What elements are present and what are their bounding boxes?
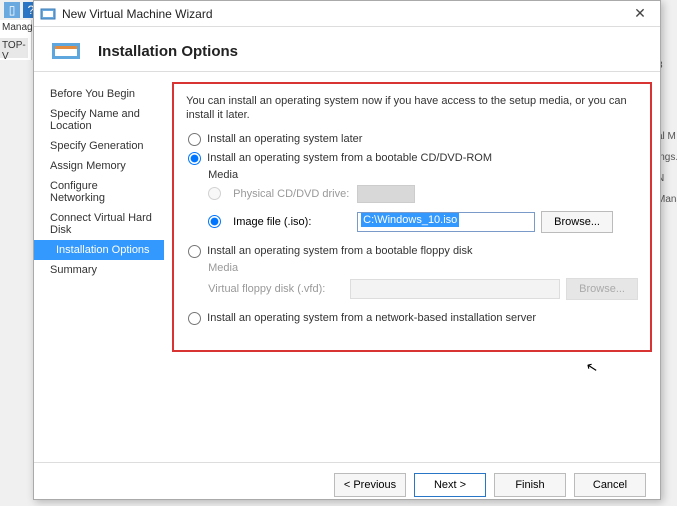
label-image-file: Image file (.iso): [233, 216, 351, 228]
wizard-dialog: New Virtual Machine Wizard ✕ Installatio… [33, 0, 661, 500]
radio-image-file[interactable] [208, 215, 221, 228]
wizard-steps: Before You Begin Specify Name and Locati… [34, 72, 164, 462]
wizard-main: You can install an operating system now … [164, 72, 660, 462]
titlebar: New Virtual Machine Wizard ✕ [34, 1, 660, 27]
previous-button[interactable]: < Previous [334, 473, 406, 497]
step-connect-vhd[interactable]: Connect Virtual Hard Disk [34, 208, 164, 240]
browse-vfd-button: Browse... [566, 278, 638, 300]
wizard-icon [40, 6, 56, 22]
label-vfd: Virtual floppy disk (.vfd): [208, 283, 344, 295]
radio-install-network[interactable] [188, 312, 201, 325]
step-installation-options[interactable]: Installation Options [34, 240, 164, 260]
step-before-you-begin[interactable]: Before You Begin [34, 84, 164, 104]
label-install-network: Install an operating system from a netwo… [207, 312, 536, 324]
step-configure-networking[interactable]: Configure Networking [34, 176, 164, 208]
iso-path-input[interactable]: C:\Windows_10.iso [357, 212, 535, 232]
vfd-path-input [350, 279, 560, 299]
label-install-floppy: Install an operating system from a boota… [207, 245, 472, 257]
radio-physical-drive [208, 187, 221, 200]
wizard-header: Installation Options [34, 27, 660, 71]
wizard-footer: < Previous Next > Finish Cancel [34, 462, 660, 506]
label-install-cddvd: Install an operating system from a boota… [207, 152, 492, 164]
page-title: Installation Options [98, 43, 238, 60]
cancel-button[interactable]: Cancel [574, 473, 646, 497]
label-install-later: Install an operating system later [207, 133, 362, 145]
browse-iso-button[interactable]: Browse... [541, 211, 613, 233]
finish-button[interactable]: Finish [494, 473, 566, 497]
bg-app-icon: ▯ [4, 2, 20, 18]
radio-install-cddvd[interactable] [188, 152, 201, 165]
radio-install-later[interactable] [188, 133, 201, 146]
step-summary[interactable]: Summary [34, 260, 164, 280]
step-assign-memory[interactable]: Assign Memory [34, 156, 164, 176]
physical-drive-combo [357, 185, 415, 203]
bg-window-fragment2: TOP-V [0, 38, 28, 58]
dialog-title: New Virtual Machine Wizard [62, 7, 626, 21]
next-button[interactable]: Next > [414, 473, 486, 497]
step-specify-generation[interactable]: Specify Generation [34, 136, 164, 156]
media-label: Media [208, 169, 638, 181]
floppy-media-label: Media [208, 262, 638, 274]
highlighted-region: You can install an operating system now … [172, 82, 652, 352]
step-specify-name[interactable]: Specify Name and Location [34, 104, 164, 136]
close-button[interactable]: ✕ [626, 3, 654, 25]
label-physical-drive: Physical CD/DVD drive: [233, 188, 351, 200]
radio-install-floppy[interactable] [188, 245, 201, 258]
header-icon [52, 41, 80, 61]
intro-text: You can install an operating system now … [186, 94, 638, 123]
